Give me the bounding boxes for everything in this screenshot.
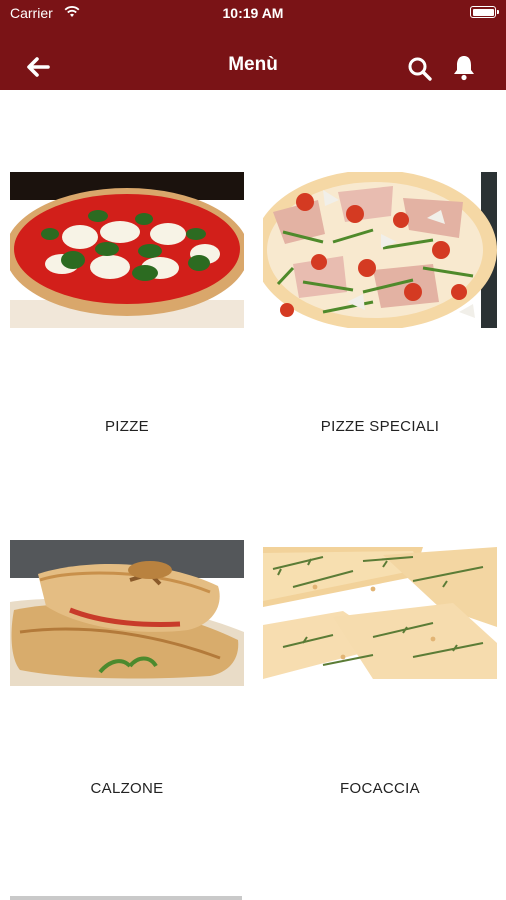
- search-icon[interactable]: [406, 55, 434, 83]
- category-tile-pizze-speciali[interactable]: PIZZE SPECIALI: [263, 172, 497, 442]
- navigation-bar: Menù: [0, 40, 506, 90]
- pizza-speciale-photo: [263, 172, 497, 328]
- next-tile-edge: [10, 896, 242, 900]
- calzone-photo: [10, 540, 244, 686]
- pizza-margherita-photo: [10, 172, 244, 328]
- category-tile-focaccia[interactable]: FOCACCIA: [263, 547, 497, 817]
- category-tile-pizze[interactable]: PIZZE: [10, 172, 244, 442]
- category-label: FOCACCIA: [340, 780, 420, 797]
- category-label: CALZONE: [90, 780, 164, 797]
- status-time: 10:19 AM: [222, 5, 284, 21]
- status-bar: Carrier 10:19 AM: [0, 0, 506, 28]
- category-label: PIZZE: [104, 418, 149, 435]
- battery-icon: [470, 6, 499, 18]
- bell-icon[interactable]: [450, 53, 478, 81]
- focaccia-photo: [263, 547, 497, 679]
- category-tile-calzone[interactable]: CALZONE: [10, 540, 244, 810]
- category-label: PIZZE SPECIALI: [320, 418, 440, 435]
- app-header: Carrier 10:19 AM Menù: [0, 0, 506, 90]
